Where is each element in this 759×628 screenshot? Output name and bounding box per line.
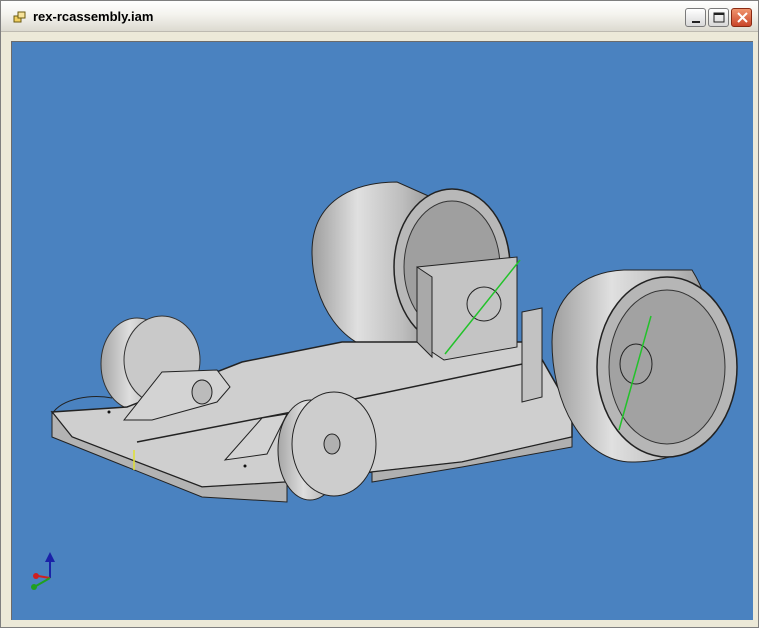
maximize-icon — [713, 12, 725, 23]
assembly-icon — [13, 10, 27, 23]
xyz-axis-triad-icon — [31, 552, 55, 590]
window-title: rex-rcassembly.iam — [33, 9, 154, 24]
graphics-viewport[interactable] — [11, 41, 753, 620]
motor-mount-block — [416, 256, 521, 361]
minimize-button[interactable] — [685, 8, 706, 27]
close-icon — [737, 12, 748, 23]
application-window: rex-rcassembly.iam — [0, 0, 759, 628]
title-bar[interactable]: rex-rcassembly.iam — [1, 1, 758, 32]
front-wheel — [277, 391, 377, 501]
maximize-button[interactable] — [708, 8, 729, 27]
close-button[interactable] — [731, 8, 752, 27]
minimize-icon — [692, 21, 700, 23]
